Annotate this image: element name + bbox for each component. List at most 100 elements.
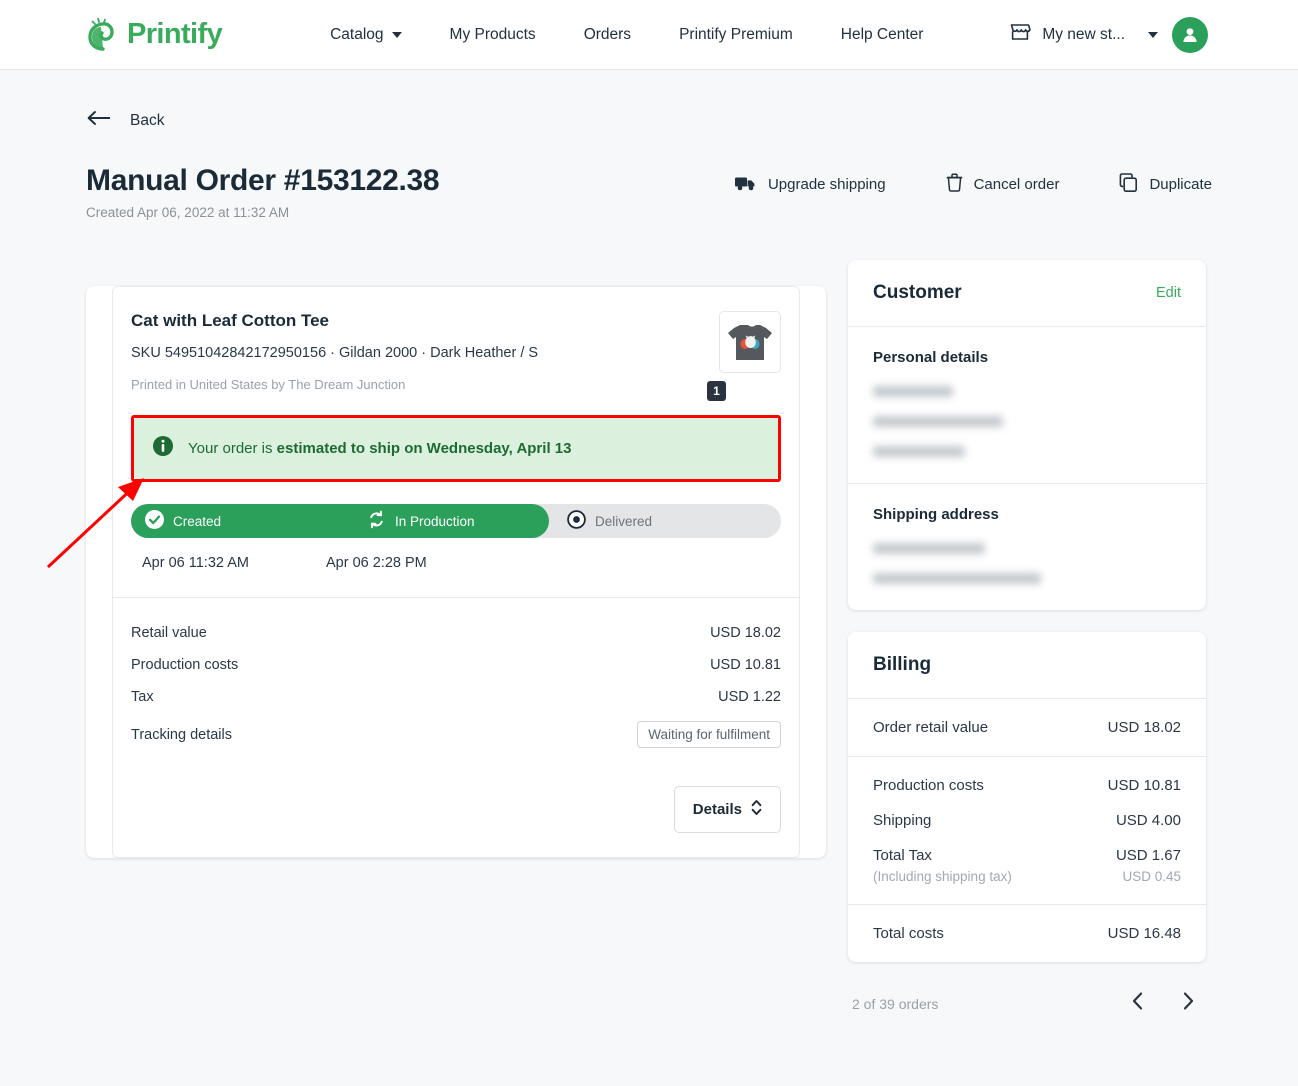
redacted-address-line-2: [873, 573, 1041, 584]
price-row-retail-value: Retail value USD 18.02: [131, 617, 781, 649]
billing-value-order-retail-value: USD 18.02: [1107, 719, 1181, 736]
truck-icon: [734, 174, 757, 196]
billing-row-total-costs: Total costs USD 16.48: [873, 925, 1181, 942]
nav-item-my-products-label: My Products: [449, 25, 536, 43]
price-value-retail-value: USD 18.02: [710, 625, 781, 641]
trash-icon: [946, 173, 963, 196]
shipping-address-title: Shipping address: [873, 506, 999, 523]
status-step-in-production-label: In Production: [395, 513, 475, 529]
banner-annotation-outline: Your order is estimated to ship on Wedne…: [131, 415, 781, 482]
tshirt-image: [728, 325, 772, 360]
status-step-created-label: Created: [173, 513, 222, 529]
content-columns: Cat with Leaf Cotton Tee SKU 54951042842…: [86, 260, 1212, 1019]
banner-prefix: Your order is: [188, 440, 277, 457]
billing-retail-section: Order retail value USD 18.02: [848, 699, 1206, 756]
status-time-in-production: Apr 06 2:28 PM: [326, 555, 427, 571]
tracking-status-badge[interactable]: Waiting for fulfilment: [637, 721, 781, 748]
customer-edit-link[interactable]: Edit: [1156, 285, 1181, 301]
nav-item-printify-premium[interactable]: Printify Premium: [655, 26, 817, 44]
nav-item-printify-premium-label: Printify Premium: [679, 25, 793, 43]
page-title: Manual Order #153122.38: [86, 164, 440, 197]
store-name-label: My new st...: [1042, 25, 1125, 43]
chevron-left-icon: [1132, 992, 1143, 1010]
pagination-buttons: [1124, 988, 1202, 1019]
quantity-badge: 1: [707, 381, 726, 401]
nav-item-help-center[interactable]: Help Center: [817, 26, 948, 44]
nav-item-my-products[interactable]: My Products: [426, 26, 560, 44]
order-pagination: 2 of 39 orders: [848, 962, 1206, 1019]
product-print-provider: Printed in United States by The Dream Ju…: [131, 377, 406, 392]
main-nav-links: Catalog My Products Orders Printify Prem…: [306, 26, 947, 44]
line-item-top: Cat with Leaf Cotton Tee SKU 54951042842…: [113, 287, 799, 597]
billing-row-total-tax: Total Tax USD 1.67: [873, 847, 1181, 864]
user-avatar[interactable]: [1172, 16, 1208, 53]
price-label-tax: Tax: [131, 689, 154, 705]
shipping-address-section: Shipping address: [848, 484, 1206, 610]
duplicate-button[interactable]: Duplicate: [1119, 173, 1212, 196]
product-info: Cat with Leaf Cotton Tee SKU 54951042842…: [131, 311, 538, 392]
price-row-production-costs: Production costs USD 10.81: [131, 649, 781, 681]
billing-panel: Billing Order retail value USD 18.02 Pro…: [848, 632, 1206, 962]
status-step-created[interactable]: Created: [131, 504, 353, 538]
billing-value-shipping-tax: USD 0.45: [1122, 869, 1181, 884]
upgrade-shipping-button[interactable]: Upgrade shipping: [734, 174, 886, 196]
nav-item-orders-label: Orders: [583, 25, 632, 43]
billing-row-shipping-tax-note: (Including shipping tax) USD 0.45: [873, 869, 1181, 884]
cancel-order-label: Cancel order: [973, 176, 1060, 193]
product-title: Cat with Leaf Cotton Tee: [131, 311, 330, 330]
printify-logo[interactable]: Printify: [86, 17, 223, 52]
nav-item-help-center-label: Help Center: [840, 25, 924, 43]
tracking-details-label: Tracking details: [131, 726, 233, 743]
billing-costs-section: Production costs USD 10.81 Shipping USD …: [848, 757, 1206, 904]
billing-label-shipping-tax-note: (Including shipping tax): [873, 869, 1012, 884]
customer-panel: Customer Edit Personal details Shipping …: [848, 260, 1206, 610]
billing-total-section: Total costs USD 16.48: [848, 905, 1206, 962]
billing-value-total-tax: USD 1.67: [1115, 847, 1181, 864]
billing-value-total-costs: USD 16.48: [1107, 925, 1181, 942]
product-header: Cat with Leaf Cotton Tee SKU 54951042842…: [131, 311, 781, 401]
nav-right-cluster: My new st...: [1009, 16, 1278, 53]
billing-label-total-tax: Total Tax: [873, 847, 932, 864]
status-step-delivered[interactable]: Delivered: [549, 504, 781, 538]
duplicate-label: Duplicate: [1149, 176, 1212, 193]
product-thumbnail[interactable]: [719, 311, 781, 373]
header-actions: Upgrade shipping Cancel order Duplicate: [674, 173, 1212, 196]
back-button[interactable]: Back: [86, 110, 1212, 131]
user-avatar-icon: [1183, 27, 1197, 42]
line-item-footer: Details: [113, 764, 799, 857]
sync-icon: [367, 510, 386, 532]
order-sidebar-column: Customer Edit Personal details Shipping …: [848, 260, 1206, 1019]
status-step-in-production[interactable]: In Production: [353, 504, 549, 538]
chevron-right-icon: [1183, 992, 1194, 1010]
billing-row-shipping: Shipping USD 4.00: [873, 812, 1181, 829]
billing-panel-header: Billing: [848, 632, 1206, 698]
billing-value-production-costs: USD 10.81: [1107, 777, 1181, 794]
order-created-timestamp: Created Apr 06, 2022 at 11:32 AM: [86, 205, 290, 220]
billing-label-order-retail-value: Order retail value: [873, 719, 989, 736]
billing-row-order-retail-value: Order retail value USD 18.02: [873, 719, 1181, 736]
status-time-created: Apr 06 11:32 AM: [142, 555, 249, 571]
price-value-production-costs: USD 10.81: [710, 657, 781, 673]
nav-item-orders[interactable]: Orders: [560, 26, 655, 44]
price-label-retail-value: Retail value: [131, 625, 207, 641]
order-item-card: Cat with Leaf Cotton Tee SKU 54951042842…: [86, 286, 826, 858]
store-selector[interactable]: My new st...: [1009, 22, 1158, 47]
store-chevron-down-icon: [1148, 31, 1158, 38]
cancel-order-button[interactable]: Cancel order: [946, 173, 1060, 196]
price-label-production-costs: Production costs: [131, 657, 239, 673]
previous-order-button[interactable]: [1124, 988, 1152, 1019]
redacted-customer-name: [873, 386, 953, 397]
next-order-button[interactable]: [1174, 988, 1202, 1019]
chevron-up-down-icon: [751, 799, 762, 820]
upgrade-shipping-label: Upgrade shipping: [767, 176, 886, 193]
check-circle-icon: [145, 510, 164, 532]
nav-item-catalog[interactable]: Catalog: [306, 26, 425, 44]
billing-label-total-costs: Total costs: [873, 925, 944, 942]
chevron-down-icon: [391, 31, 402, 38]
redacted-customer-email: [873, 416, 1003, 427]
customer-panel-header: Customer Edit: [848, 260, 1206, 326]
store-icon: [1009, 22, 1032, 47]
details-button[interactable]: Details: [673, 786, 781, 833]
copy-icon: [1119, 173, 1138, 196]
order-items-column: Cat with Leaf Cotton Tee SKU 54951042842…: [86, 260, 826, 884]
